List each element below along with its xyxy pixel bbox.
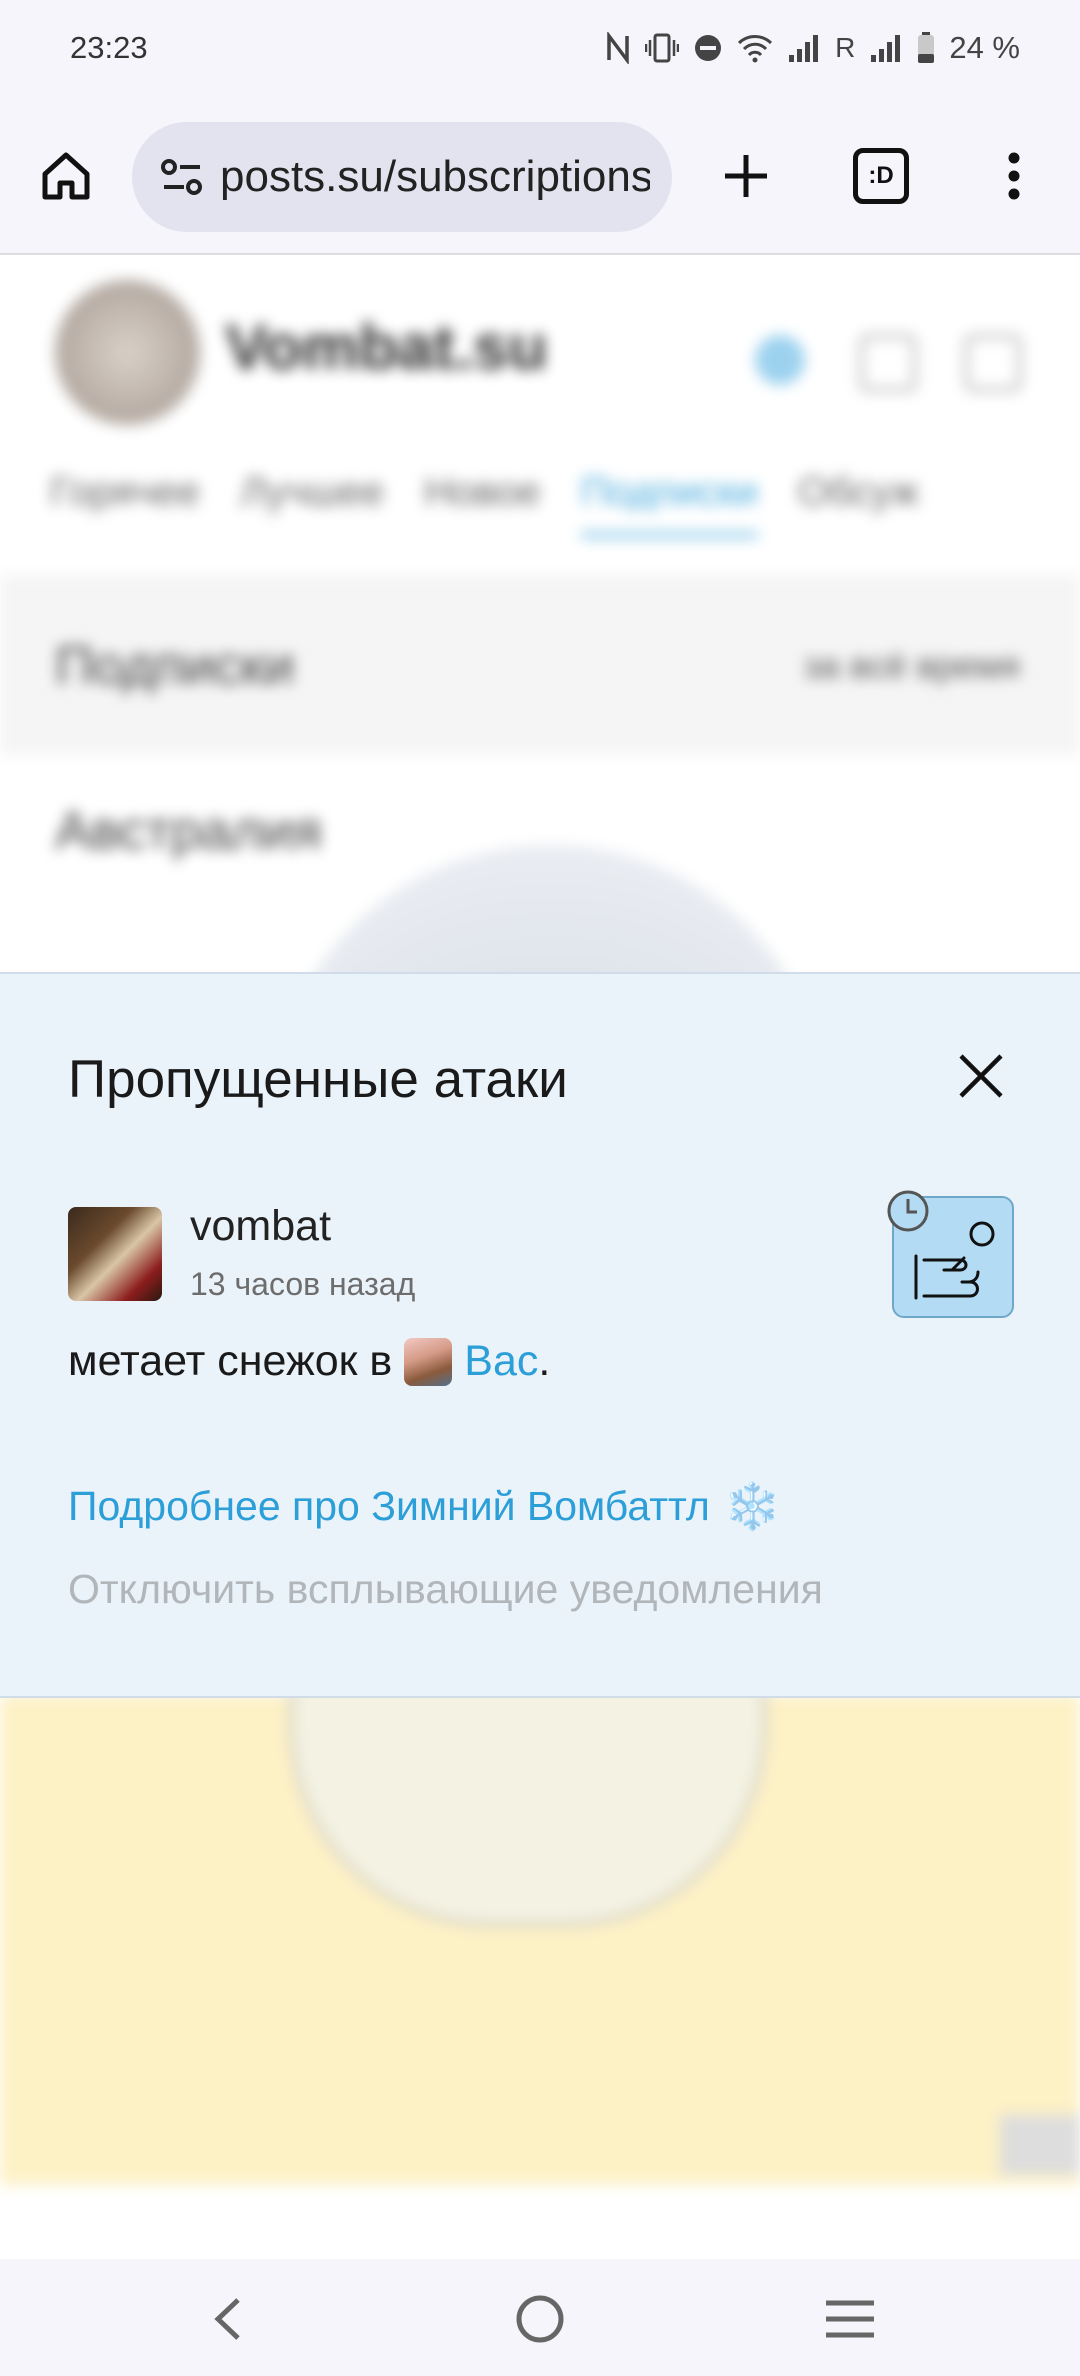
wifi-icon [738,35,773,63]
plus-icon [725,155,767,197]
site-tab: Новое [424,470,541,514]
snowflake-icon: ❄️ [723,1480,782,1532]
status-time: 23:23 [70,30,148,65]
back-icon [214,2298,240,2340]
status-bar: 23:23 R 24 % [0,0,1080,100]
dnd-icon [695,35,722,61]
site-notifications-icon [860,335,916,391]
site-tab: Обсуж [797,470,919,514]
section-filter: за всё время [803,645,1020,686]
recents-icon [826,2300,874,2338]
target-link[interactable]: Вас [464,1337,538,1386]
browser-toolbar: posts.su/subscriptions :D [0,100,1080,255]
site-menu-icon [965,335,1021,391]
close-button[interactable] [955,1050,1007,1102]
site-tab: Лучшее [240,470,385,514]
message-suffix: . [538,1337,551,1385]
site-tab: Горячее [50,470,201,514]
close-icon [959,1054,1003,1098]
section-title: Подписки [55,636,295,696]
more-info-link[interactable]: Подробнее про Зимний Вомбаттл ❄️ [68,1479,781,1534]
username[interactable]: vombat [190,1202,331,1251]
popup-title: Пропущенные атаки [68,1050,568,1109]
menu-button[interactable] [976,138,1052,214]
scroll-tab [1000,2115,1080,2175]
tab-switcher-button[interactable]: :D [843,138,919,214]
back-button[interactable] [193,2284,263,2354]
home-icon [42,152,90,200]
site-name: Vombat.su [225,311,548,383]
site-tabs: Горячее Лучшее Новое Подписки Обсуж [50,470,919,537]
clock-icon [887,1190,929,1232]
more-info-label: Подробнее про Зимний Вомбаттл [68,1483,710,1529]
new-tab-button[interactable] [708,138,784,214]
battery-percent: 24 % [949,30,1020,65]
status-icons: R 24 % [605,28,1020,68]
system-nav-bar [0,2259,1080,2376]
disable-popups-link[interactable]: Отключить всплывающие уведомления [68,1566,823,1613]
time-ago: 13 часов назад [190,1266,416,1302]
section-header: Подписки за всё время [0,575,1080,755]
attack-message: метает снежок в Вас . [68,1337,550,1386]
missed-attacks-popup: Пропущенные атаки vombat 13 часов назад … [0,972,1080,1698]
target-avatar [404,1337,453,1386]
url-text: posts.su/subscriptions [220,152,650,201]
user-avatar[interactable] [68,1207,162,1301]
site-snow-icon [755,335,805,385]
signal-icon [789,35,819,62]
tab-count: :D [853,148,909,204]
home-circle-icon [516,2295,564,2343]
vibrate-icon [645,33,680,63]
nfc-icon [607,32,629,64]
signal-icon-2 [871,35,901,62]
address-bar[interactable]: posts.su/subscriptions [132,122,672,232]
site-tab-active: Подписки [580,470,758,537]
roaming-indicator: R [835,32,856,63]
message-prefix: метает снежок в [68,1337,393,1385]
recents-button[interactable] [815,2284,885,2354]
site-header: Vombat.su Горячее Лучшее Новое Подписки … [0,255,1080,575]
site-logo [55,280,200,425]
home-button[interactable] [28,138,104,214]
post-title: Австралия [55,801,322,861]
site-settings-icon[interactable] [154,149,210,205]
battery-icon [918,32,935,63]
home-nav-button[interactable] [505,2284,575,2354]
more-vert-icon [1008,152,1020,200]
